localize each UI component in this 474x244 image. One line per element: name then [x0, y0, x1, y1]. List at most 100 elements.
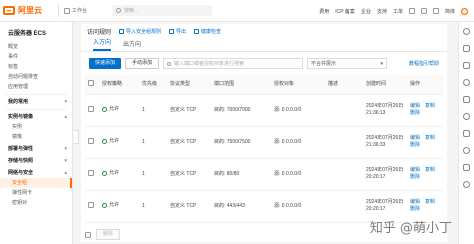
sidebar-item-app-management[interactable]: 应用管理 — [0, 82, 72, 92]
global-search-input[interactable]: 搜索... — [112, 5, 213, 16]
delete-link[interactable]: 删除 — [410, 110, 438, 117]
import-rules-link[interactable]: 导入安全组规则 — [119, 28, 161, 35]
avatar[interactable] — [461, 7, 468, 15]
document-icon[interactable] — [463, 62, 470, 69]
logo[interactable]: 阿里云 — [0, 0, 58, 22]
sidebar-item-overview[interactable]: 概览 — [0, 42, 72, 52]
sidebar-item-label: 弹性网卡 — [12, 190, 33, 196]
health-check-link[interactable]: 健康检查 — [194, 28, 221, 35]
select-all-checkbox[interactable] — [88, 80, 94, 87]
nav-ticket[interactable]: 工单 — [393, 8, 403, 15]
sidebar-item-instances[interactable]: 实例 — [0, 122, 72, 132]
sidebar-item-security-group[interactable]: 安全组 — [0, 178, 72, 188]
top-nav: 费用 ICP 备案 企业 支持 工单 简体 — [319, 0, 474, 22]
priority-cell: 1 — [139, 158, 167, 191]
sidebar-item-label: 事件 — [8, 54, 19, 60]
column-header[interactable]: 授权策略 — [99, 75, 139, 95]
row-checkbox[interactable] — [88, 169, 94, 176]
merge-display-select[interactable]: 不合并展示 ▾ — [307, 58, 388, 69]
calendar-icon[interactable] — [463, 96, 470, 103]
sidebar-item-images[interactable]: 镜像 — [0, 132, 72, 142]
check-circle-icon — [102, 202, 107, 208]
guide-link[interactable]: 教程指引帮助 — [409, 60, 439, 67]
health-check-label: 健康检查 — [201, 28, 222, 35]
edit-link[interactable]: 编辑 — [410, 103, 420, 109]
sidebar-item-troubleshoot[interactable]: 自动问题排查 — [0, 72, 72, 82]
grid-icon[interactable] — [463, 130, 470, 137]
sidebar-group-storage[interactable]: 存储与快照 ▾ — [0, 156, 72, 166]
copy-link[interactable]: 复制 — [425, 199, 435, 205]
health-check-icon — [194, 28, 200, 34]
source-cell: 源: 0.0.0.0/0 — [271, 94, 325, 127]
bulk-delete-button[interactable]: 删除 — [96, 229, 121, 240]
sidebar-item-keypair[interactable]: 密钥对 — [0, 198, 72, 208]
chat-icon[interactable] — [463, 79, 470, 86]
import-icon — [119, 28, 125, 34]
delete-link[interactable]: 删除 — [410, 142, 438, 149]
table-footer: 删除 — [85, 229, 121, 240]
rule-header: 访问规则 导入安全组规则 导出 健康检查 — [81, 24, 447, 38]
language-switch[interactable]: 简体 — [445, 8, 455, 15]
sidebar-item-label: 实例与镜像 — [8, 114, 34, 120]
logo-text: 阿里云 — [18, 6, 42, 15]
export-link[interactable]: 导出 — [169, 28, 186, 35]
source-cell: 源: 0.0.0.0/0 — [271, 126, 325, 159]
port-cell: 目的: 443/443 — [211, 190, 271, 223]
nav-support[interactable]: 支持 — [377, 8, 387, 15]
nav-enterprise[interactable]: 企业 — [361, 8, 371, 15]
sidebar-item-events[interactable]: 事件 — [0, 52, 72, 62]
edit-link[interactable]: 编辑 — [410, 135, 420, 141]
tab-inbound[interactable]: 入方向 — [93, 37, 112, 51]
sidebar: 云服务器 ECS 概览 事件 标签 自动问题排查 应用管理 我的常用 ▾ 实例与镜… — [0, 22, 73, 244]
sidebar-divider — [6, 94, 66, 95]
protocol-cell: 自定义 TCP — [167, 158, 211, 191]
desc-cell — [325, 158, 363, 191]
sidebar-item-tags[interactable]: 标签 — [0, 62, 72, 72]
footer-select-all-checkbox[interactable] — [85, 231, 91, 238]
delete-link[interactable]: 删除 — [410, 174, 438, 181]
row-checkbox[interactable] — [88, 201, 94, 208]
help-icon[interactable] — [432, 8, 439, 14]
gear-icon[interactable] — [463, 113, 470, 120]
chevron-down-icon: ▾ — [64, 146, 67, 152]
cart-icon[interactable] — [420, 8, 427, 14]
row-checkbox[interactable] — [88, 137, 94, 144]
tab-outbound[interactable]: 出方向 — [123, 39, 141, 51]
column-header[interactable]: 授权对象 — [271, 75, 325, 95]
sidebar-item-label: 自动问题排查 — [8, 74, 39, 80]
message-icon[interactable] — [408, 8, 415, 14]
policy-value: 允许 — [109, 137, 120, 144]
copy-link[interactable]: 复制 — [425, 103, 435, 109]
sidebar-group-favorites[interactable]: 我的常用 ▾ — [0, 97, 72, 107]
sidebar-group-network-security[interactable]: 网络与安全 ▴ — [0, 168, 72, 178]
ops-cell: 编辑 复制 删除 — [407, 126, 443, 159]
feedback-icon[interactable] — [463, 147, 470, 154]
sidebar-item-label: 存储与快照 — [8, 158, 34, 164]
quick-add-button[interactable]: 快速添加 — [89, 58, 122, 69]
row-checkbox[interactable] — [88, 105, 94, 112]
column-header[interactable]: 端口范围 — [211, 75, 271, 95]
delete-link[interactable]: 删除 — [410, 206, 438, 213]
help-circle-icon[interactable] — [463, 28, 470, 35]
sidebar-collapse-toggle[interactable]: ‹ — [74, 130, 79, 144]
nav-fee[interactable]: 费用 — [319, 8, 329, 15]
tools-icon[interactable] — [463, 164, 470, 171]
column-header[interactable]: 优先级 — [139, 75, 167, 95]
nav-icp[interactable]: ICP 备案 — [335, 8, 355, 15]
copy-link[interactable]: 复制 — [425, 167, 435, 173]
sidebar-item-label: 密钥对 — [12, 200, 28, 206]
copy-link[interactable]: 复制 — [425, 135, 435, 141]
sidebar-item-eni[interactable]: 弹性网卡 — [0, 188, 72, 198]
check-circle-icon — [102, 106, 107, 112]
column-header[interactable]: 协议类型 — [167, 75, 211, 95]
settings-icon[interactable] — [463, 45, 470, 52]
sidebar-group-instances-images[interactable]: 实例与镜像 ▴ — [0, 112, 72, 122]
rule-search-input[interactable]: 输入端口或者授权对象进行搜索 — [163, 58, 304, 69]
edit-link[interactable]: 编辑 — [410, 167, 420, 173]
workbench-button[interactable]: 工作台 — [58, 4, 92, 17]
column-header[interactable]: 创建时间 — [363, 75, 407, 95]
edit-link[interactable]: 编辑 — [410, 199, 420, 205]
manual-add-button[interactable]: 手动添加 — [125, 58, 160, 69]
sidebar-group-deploy[interactable]: 部署与弹性 ▾ — [0, 144, 72, 154]
service-icon[interactable] — [463, 181, 470, 188]
